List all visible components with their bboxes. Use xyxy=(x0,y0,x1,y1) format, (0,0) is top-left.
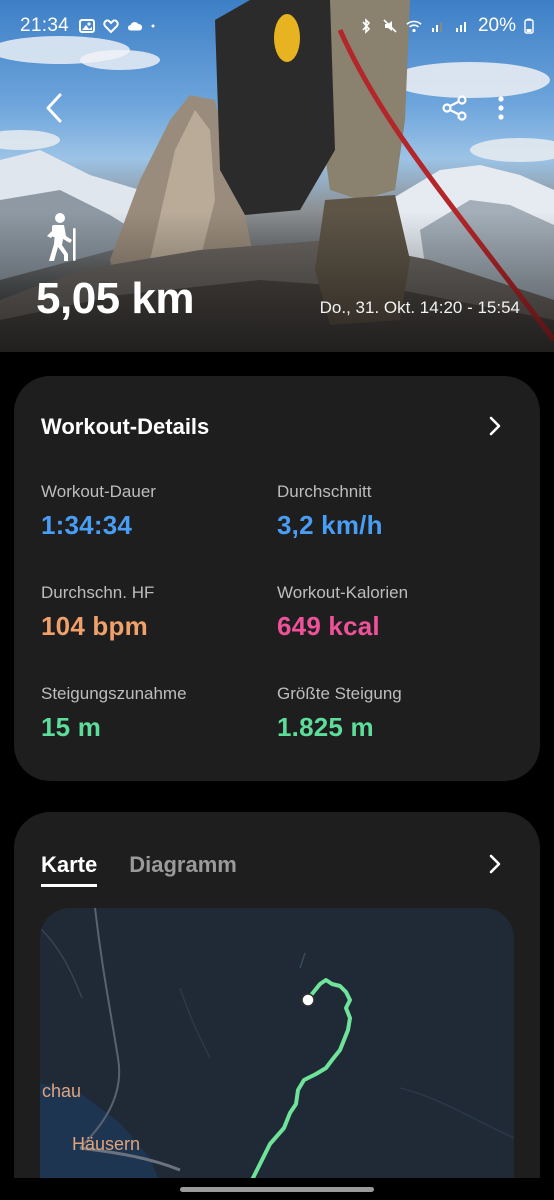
metric-value: 1:34:34 xyxy=(41,510,133,540)
map-place-label: Häusern xyxy=(72,1134,141,1154)
chevron-left-icon xyxy=(46,93,62,123)
map-place-label: chau xyxy=(42,1081,82,1101)
battery-icon xyxy=(524,18,534,34)
health-heart-icon xyxy=(103,19,119,34)
metric-average-speed: Durchschnitt 3,2 km/h xyxy=(277,482,383,541)
back-button[interactable] xyxy=(36,88,72,128)
metric-workout-calories: Workout-Kalorien 649 kcal xyxy=(277,583,408,642)
workout-details-title: Workout-Details xyxy=(41,414,210,439)
status-time: 21:34 xyxy=(20,15,70,36)
metric-value: 15 m xyxy=(41,712,102,742)
tab-map[interactable]: Karte xyxy=(41,852,98,887)
distance-value: 5,05 km xyxy=(36,274,194,323)
battery-percent: 20% xyxy=(477,15,516,36)
notification-icons xyxy=(79,18,159,34)
bluetooth-icon xyxy=(362,18,371,34)
dot-icon xyxy=(151,24,155,28)
metric-max-elevation: Größte Steigung 1.825 m xyxy=(277,684,402,743)
more-options-button[interactable] xyxy=(488,90,514,126)
system-nav-bar xyxy=(0,1178,554,1200)
cloud-icon xyxy=(127,22,143,31)
metric-label: Workout-Kalorien xyxy=(277,583,409,602)
status-bar: 21:34 20% xyxy=(0,0,554,52)
chevron-right-icon[interactable] xyxy=(484,852,506,876)
metric-label: Größte Steigung xyxy=(277,684,402,703)
gallery-icon xyxy=(79,19,96,33)
signal-icon xyxy=(431,22,442,32)
metric-label: Workout-Dauer xyxy=(41,482,156,501)
system-icons: 20% xyxy=(358,15,534,37)
signal-icon-2 xyxy=(455,22,466,32)
metric-value: 3,2 km/h xyxy=(277,510,383,540)
hero-banner: 21:34 20% 5,05 km Do., 31. Okt. 14:20 - … xyxy=(0,0,554,352)
share-icon xyxy=(442,95,467,121)
date-range: Do., 31. Okt. 14:20 - 15:54 xyxy=(319,298,520,317)
map-tabs: Karte Diagramm xyxy=(41,852,237,887)
mute-icon xyxy=(383,19,397,33)
metric-label: Durchschnitt xyxy=(277,482,372,501)
metric-value: 649 kcal xyxy=(277,611,380,641)
map-card: Karte Diagramm chau Häusern xyxy=(14,812,540,1200)
hiking-icon xyxy=(47,213,76,261)
more-vertical-icon xyxy=(498,96,504,120)
wifi-icon xyxy=(406,20,422,33)
map-canvas xyxy=(40,908,514,1200)
home-gesture-handle[interactable] xyxy=(180,1187,374,1192)
metric-value: 1.825 m xyxy=(277,712,374,742)
tab-chart[interactable]: Diagramm xyxy=(129,852,237,887)
share-button[interactable] xyxy=(438,90,472,126)
chevron-right-icon[interactable] xyxy=(484,414,506,438)
metric-average-heart-rate: Durchschn. HF 104 bpm xyxy=(41,583,154,642)
route-map[interactable]: chau Häusern xyxy=(40,908,514,1200)
metric-label: Durchschn. HF xyxy=(41,583,155,602)
metric-label: Steigungszunahme xyxy=(41,684,187,703)
metric-value: 104 bpm xyxy=(41,611,148,641)
workout-details-card[interactable]: Workout-Details Workout-Dauer 1:34:34 Du… xyxy=(14,376,540,781)
metric-workout-duration: Workout-Dauer 1:34:34 xyxy=(41,482,156,541)
metric-elevation-gain: Steigungszunahme 15 m xyxy=(41,684,187,743)
top-navigation xyxy=(0,88,554,128)
